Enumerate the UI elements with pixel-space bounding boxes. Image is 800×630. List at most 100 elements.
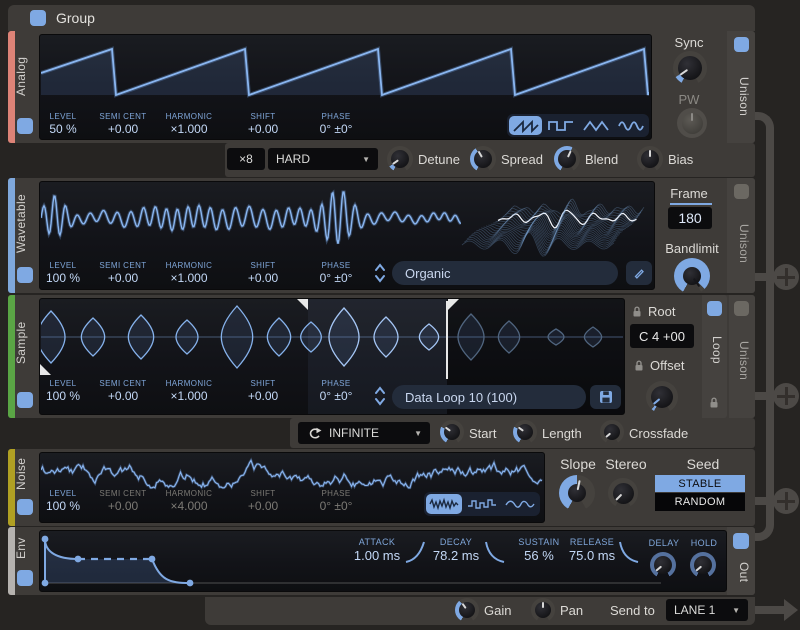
offset-lock-icon[interactable] — [634, 359, 644, 372]
analog-semi-cent-param: SEMI CENT +0.00 — [90, 112, 156, 136]
env-release-param: RELEASE 75.0 ms — [564, 537, 620, 563]
sample-stepper-icons[interactable] — [374, 385, 386, 407]
out-label: Out — [735, 554, 751, 590]
wavetable-semi-cent-param: SEMI CENT +0.00 — [90, 261, 156, 285]
sample-save-button[interactable] — [590, 385, 621, 409]
seed-label: Seed — [680, 456, 726, 472]
route-junction-noise[interactable] — [773, 488, 799, 514]
sample-section-label: Sample — [14, 300, 36, 386]
release-curve-icon[interactable] — [618, 539, 640, 565]
loop-length-label: Length — [542, 426, 582, 441]
loop-lock-icon[interactable] — [709, 396, 719, 409]
bandlimit-knob[interactable] — [674, 258, 710, 294]
loop-mode-dropdown[interactable]: INFINITE ▼ — [298, 422, 430, 444]
sample-level-param: LEVEL 100 % — [40, 379, 86, 403]
unison-mode-dropdown[interactable]: HARD ▼ — [268, 148, 378, 170]
send-to-dropdown[interactable]: LANE 1 ▼ — [666, 599, 748, 621]
sample-playhead-cursor[interactable] — [446, 301, 448, 379]
route-bus — [766, 148, 774, 512]
frame-value-box[interactable]: 180 — [668, 207, 712, 229]
wavetable-unison-checkbox[interactable] — [734, 184, 749, 199]
wavetable-unison-label: Unison — [735, 204, 751, 284]
env-section-label: Env — [14, 531, 36, 565]
group-enable-checkbox[interactable] — [30, 10, 46, 26]
bias-label: Bias — [668, 152, 693, 167]
sample-loop-checkbox[interactable] — [707, 301, 722, 316]
stepped-noise-button[interactable] — [464, 494, 500, 514]
sample-loop-label: Loop — [708, 321, 724, 379]
noise-semi-cent-param: SEMI CENT +0.00 — [90, 489, 156, 513]
env-enable-checkbox[interactable] — [17, 570, 33, 586]
seed-stable-button[interactable]: STABLE — [655, 475, 745, 492]
wavetable-waveform — [41, 185, 461, 250]
triangle-wave-button[interactable] — [579, 116, 612, 135]
sine-wave-button[interactable] — [614, 116, 647, 135]
wavetable-3d-view — [456, 183, 652, 261]
chevron-down-icon: ▼ — [362, 155, 370, 164]
stereo-label: Stereo — [598, 456, 654, 472]
loop-start-knob[interactable] — [440, 420, 464, 444]
decay-curve-icon[interactable] — [484, 539, 506, 565]
pw-label: PW — [671, 92, 707, 107]
preset-stepper-icons[interactable] — [374, 262, 386, 284]
wavetable-level-param: LEVEL 100 % — [40, 261, 86, 285]
detune-knob[interactable] — [387, 146, 413, 172]
spread-knob[interactable] — [470, 146, 496, 172]
blend-knob[interactable] — [554, 146, 580, 172]
wavetable-enable-checkbox[interactable] — [17, 267, 33, 283]
smooth-noise-icon — [505, 497, 535, 511]
offset-knob[interactable] — [646, 381, 678, 413]
smooth-noise-button[interactable] — [502, 494, 538, 514]
route-junction-wavetable[interactable] — [773, 264, 799, 290]
delay-knob[interactable] — [650, 552, 676, 578]
sample-enable-checkbox[interactable] — [17, 392, 33, 408]
square-wave-button[interactable] — [544, 116, 577, 135]
attack-curve-icon[interactable] — [404, 539, 426, 565]
pan-knob[interactable] — [531, 598, 555, 622]
seed-random-button[interactable]: RANDOM — [655, 493, 745, 511]
group-header — [8, 5, 755, 31]
wavetable-edit-button[interactable] — [626, 261, 652, 285]
sample-harmonic-param: HARMONIC ×1.000 — [158, 379, 220, 403]
sample-phase-param: PHASE 0° ±0° — [306, 379, 366, 403]
square-wave-icon — [548, 119, 574, 133]
saw-wave-button[interactable] — [509, 116, 542, 135]
hold-knob[interactable] — [690, 552, 716, 578]
route-junction-sample[interactable] — [773, 383, 799, 409]
root-note-box[interactable]: C 4 +00 — [630, 324, 694, 348]
analog-shift-param: SHIFT +0.00 — [238, 112, 288, 136]
analog-unison-checkbox[interactable] — [734, 37, 749, 52]
wavetable-section-label: Wavetable — [14, 182, 36, 266]
bias-knob[interactable] — [637, 146, 663, 172]
sync-knob[interactable] — [673, 51, 707, 85]
sample-waveform — [41, 300, 623, 375]
out-enable-checkbox[interactable] — [733, 533, 749, 549]
wavetable-shift-param: SHIFT +0.00 — [238, 261, 288, 285]
frame-label: Frame — [667, 186, 711, 201]
stereo-knob[interactable] — [608, 478, 638, 508]
sample-unison-checkbox[interactable] — [734, 301, 749, 316]
pw-knob[interactable] — [677, 108, 707, 138]
saw-wave-icon — [513, 119, 539, 133]
loop-icon — [306, 427, 322, 440]
noise-harmonic-param: HARMONIC ×4.000 — [158, 489, 220, 513]
unison-voices-box[interactable]: ×8 — [227, 148, 265, 170]
noise-shift-param: SHIFT +0.00 — [238, 489, 288, 513]
analog-enable-checkbox[interactable] — [17, 118, 33, 134]
slope-label: Slope — [552, 456, 604, 472]
loop-length-knob[interactable] — [513, 420, 537, 444]
root-lock-icon[interactable] — [632, 305, 642, 318]
slope-knob[interactable] — [559, 475, 595, 511]
sample-preset-combo[interactable]: Data Loop 10 (100) — [392, 385, 586, 409]
gain-knob[interactable] — [455, 598, 479, 622]
crossfade-knob[interactable] — [600, 420, 624, 444]
spread-label: Spread — [501, 152, 543, 167]
wavetable-preset-combo[interactable]: Organic — [392, 261, 618, 285]
white-noise-button[interactable] — [426, 494, 462, 514]
crossfade-label: Crossfade — [629, 426, 688, 441]
noise-enable-checkbox[interactable] — [17, 499, 33, 515]
stepped-noise-icon — [467, 497, 497, 511]
noise-level-param: LEVEL 100 % — [40, 489, 86, 513]
gain-label: Gain — [484, 603, 511, 618]
sample-shift-param: SHIFT +0.00 — [238, 379, 288, 403]
